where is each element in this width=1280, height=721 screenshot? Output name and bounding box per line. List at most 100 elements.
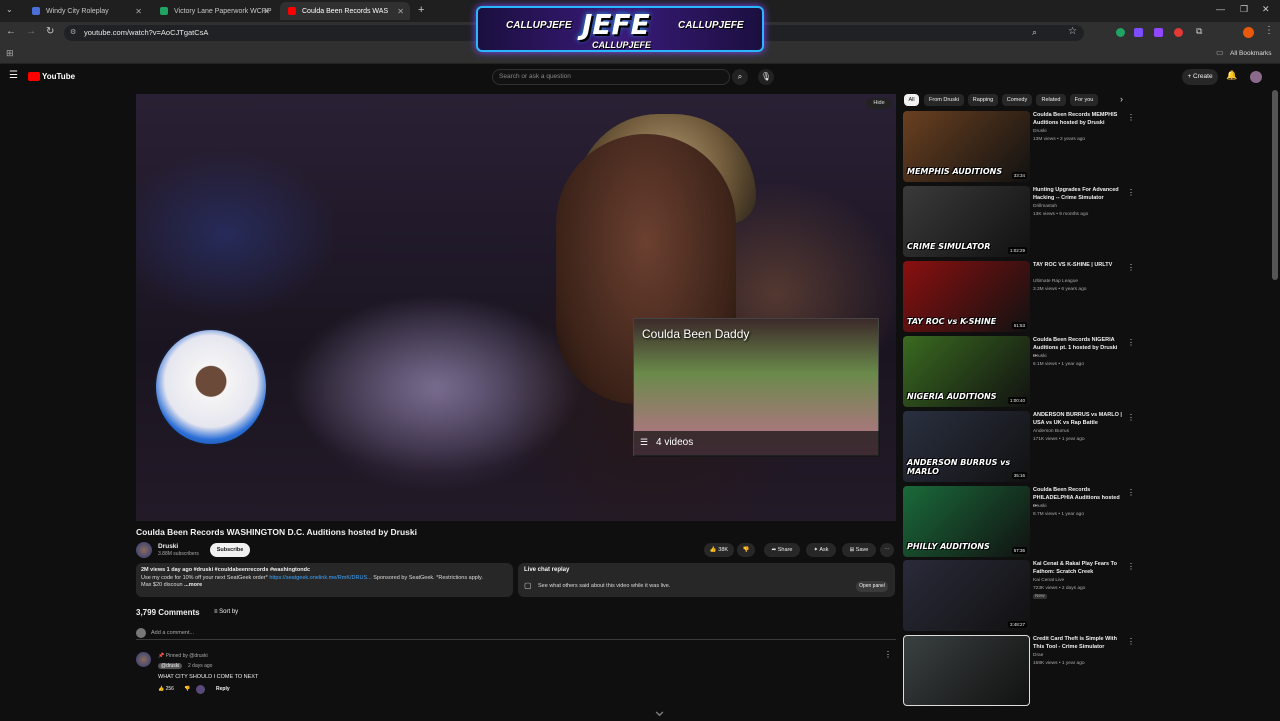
more-options-icon[interactable]: ⋮ bbox=[1127, 263, 1135, 272]
commenter-avatar[interactable] bbox=[136, 652, 151, 667]
page-scrollbar[interactable] bbox=[1272, 90, 1278, 280]
share-button[interactable]: ➦ Share bbox=[764, 543, 800, 557]
recommendation-channel[interactable]: Druski bbox=[1033, 129, 1047, 134]
hide-button[interactable]: Hide bbox=[866, 98, 892, 109]
extension-icon[interactable] bbox=[1116, 28, 1125, 37]
all-bookmarks-link[interactable]: All Bookmarks bbox=[1230, 50, 1272, 57]
close-icon[interactable]: ✕ bbox=[397, 7, 404, 16]
zoom-icon[interactable]: ⌕ bbox=[1032, 27, 1037, 38]
reply-button[interactable]: Reply bbox=[216, 686, 230, 692]
recommendation-title[interactable]: Coulda Been Records MEMPHIS Auditions ho… bbox=[1033, 112, 1123, 127]
extensions-puzzle-icon[interactable]: ⧉ bbox=[1196, 26, 1202, 37]
recommendation-title[interactable]: TAY ROC VS K-SHINE | URLTV bbox=[1033, 262, 1123, 270]
tab-search-icon[interactable]: ⌄ bbox=[6, 5, 13, 14]
tab-victory-lane[interactable]: Victory Lane Paperwork WCRP ✕ bbox=[152, 2, 276, 20]
video-thumbnail[interactable]: CRIME SIMULATOR 1:02:29 bbox=[903, 186, 1030, 257]
menu-kebab-icon[interactable]: ⋮ bbox=[1264, 25, 1274, 36]
recommendation-channel[interactable]: Druski bbox=[1033, 354, 1047, 359]
close-icon[interactable]: ✕ bbox=[135, 7, 142, 16]
more-options-icon[interactable]: ⋮ bbox=[1127, 188, 1135, 197]
recommendation-title[interactable]: Credit Card Theft is Simple With This To… bbox=[1033, 636, 1123, 651]
youtube-logo[interactable] bbox=[28, 72, 40, 81]
comment-menu-icon[interactable]: ⋮ bbox=[884, 650, 892, 659]
save-button[interactable]: ⊞ Save bbox=[842, 543, 876, 557]
maximize-icon[interactable]: ❐ bbox=[1240, 4, 1248, 15]
comment-like-button[interactable]: 👍 256 bbox=[158, 686, 174, 692]
recommendation-item[interactable]: ANDERSON BURRUS vs MARLO 35:16 ANDERSON BU… bbox=[903, 411, 1135, 483]
search-input[interactable]: Search or ask a question bbox=[492, 69, 730, 85]
channel-avatar[interactable] bbox=[136, 542, 152, 558]
minimize-icon[interactable]: — bbox=[1216, 4, 1225, 14]
chevron-right-icon[interactable]: › bbox=[1120, 94, 1123, 104]
new-tab-icon[interactable]: + bbox=[418, 4, 424, 16]
more-options-icon[interactable]: ⋮ bbox=[1127, 113, 1135, 122]
tab-youtube[interactable]: Coulda Been Records WAS ✕ bbox=[280, 2, 410, 20]
extension-icon[interactable] bbox=[1174, 28, 1183, 37]
chip-all[interactable]: All bbox=[904, 94, 919, 106]
reload-icon[interactable]: ↻ bbox=[46, 26, 54, 37]
playlist-card[interactable]: Coulda Been Daddy ☰ 4 videos bbox=[633, 318, 880, 457]
recommendation-channel[interactable]: Ultimate Rap League bbox=[1033, 279, 1078, 284]
account-avatar[interactable] bbox=[1250, 71, 1262, 83]
more-options-icon[interactable]: ⋮ bbox=[1127, 488, 1135, 497]
video-thumbnail[interactable]: MEMPHIS AUDITIONS 33:34 bbox=[903, 111, 1030, 182]
more-options-icon[interactable]: ⋮ bbox=[1127, 562, 1135, 571]
video-thumbnail[interactable]: ANDERSON BURRUS vs MARLO 35:16 bbox=[903, 411, 1030, 482]
recommendation-title[interactable]: Hunting Upgrades For Advanced Hacking --… bbox=[1033, 187, 1123, 202]
comment-author[interactable]: @druski bbox=[158, 663, 183, 669]
more-options-icon[interactable]: ⋮ bbox=[1127, 637, 1135, 646]
close-icon[interactable]: ✕ bbox=[263, 7, 270, 16]
chip-comedy[interactable]: Comedy bbox=[1002, 94, 1032, 106]
subscribe-button[interactable]: Subscribe bbox=[210, 543, 250, 557]
notifications-bell-icon[interactable]: 🔔 bbox=[1226, 70, 1237, 81]
extension-icon[interactable] bbox=[1134, 28, 1143, 37]
recommendation-title[interactable]: Kai Cenat & Rakai Play Fears To Fathom: … bbox=[1033, 561, 1123, 576]
channel-name[interactable]: Druski bbox=[158, 543, 178, 550]
chip-rapping[interactable]: Rapping bbox=[968, 94, 998, 106]
apps-grid-icon[interactable]: ⊞ bbox=[6, 48, 14, 59]
recommendation-channel[interactable]: Druski bbox=[1033, 504, 1047, 509]
search-icon[interactable]: ⌕ bbox=[732, 69, 748, 85]
video-description[interactable]: 2M views 1 day ago #druski #couldabeenre… bbox=[136, 563, 513, 597]
video-thumbnail[interactable] bbox=[903, 635, 1030, 706]
video-thumbnail[interactable]: TAY ROC vs K-SHINE 51:53 bbox=[903, 261, 1030, 332]
like-button[interactable]: 👍 38K bbox=[704, 543, 734, 557]
recommendation-title[interactable]: ANDERSON BURRUS vs MARLO | USA vs UK vs … bbox=[1033, 412, 1123, 427]
hamburger-menu-icon[interactable]: ☰ bbox=[9, 70, 18, 81]
recommendation-channel[interactable]: Anderson Burrus bbox=[1033, 429, 1069, 434]
description-link[interactable]: https://seatgeek.onelink.me/RmK/DRUS... bbox=[269, 575, 371, 581]
recommendation-channel[interactable]: Kai Cenat Live bbox=[1033, 578, 1064, 583]
chip-from-druski[interactable]: From Druski bbox=[924, 94, 964, 106]
chip-related[interactable]: Related bbox=[1036, 94, 1066, 106]
more-options-icon[interactable]: ⋮ bbox=[1127, 413, 1135, 422]
dislike-button[interactable]: 👎 bbox=[737, 543, 755, 557]
comment-dislike-button[interactable]: 👎 bbox=[184, 686, 190, 692]
video-thumbnail[interactable]: PHILLY AUDITIONS 57:36 bbox=[903, 486, 1030, 557]
recommendation-item[interactable]: Credit Card Theft is Simple With This To… bbox=[903, 635, 1135, 707]
extension-icon[interactable] bbox=[1154, 28, 1163, 37]
recommendation-channel[interactable]: Drae bbox=[1033, 653, 1043, 658]
recommendation-item[interactable]: MEMPHIS AUDITIONS 33:34 Coulda Been Record… bbox=[903, 111, 1135, 183]
recommendation-item[interactable]: NIGERIA AUDITIONS 1:00:40 Coulda Been Reco… bbox=[903, 336, 1135, 408]
chevron-down-icon[interactable]: ⌄ bbox=[652, 700, 667, 721]
create-button[interactable]: + Create bbox=[1182, 69, 1218, 85]
recommendation-channel[interactable]: Drillmastah bbox=[1033, 204, 1057, 209]
video-thumbnail[interactable]: 3:48:27 bbox=[903, 560, 1030, 631]
chip-for-you[interactable]: For you bbox=[1070, 94, 1098, 106]
recommendation-item[interactable]: PHILLY AUDITIONS 57:36 Coulda Been Records… bbox=[903, 486, 1135, 558]
add-comment-input[interactable]: Add a comment... bbox=[136, 628, 896, 640]
close-window-icon[interactable]: ✕ bbox=[1262, 4, 1270, 15]
bookmark-star-icon[interactable]: ☆ bbox=[1068, 26, 1077, 37]
video-thumbnail[interactable]: NIGERIA AUDITIONS 1:00:40 bbox=[903, 336, 1030, 407]
recommendation-item[interactable]: TAY ROC vs K-SHINE 51:53 TAY ROC VS K-SHIN… bbox=[903, 261, 1135, 333]
site-info-icon[interactable]: ⚙ bbox=[70, 25, 76, 41]
recommendation-item[interactable]: 3:48:27 Kai Cenat & Rakai Play Fears To F… bbox=[903, 560, 1135, 632]
sort-by-button[interactable]: ≡ Sort by bbox=[214, 609, 238, 615]
microphone-icon[interactable]: 🎙 bbox=[758, 69, 774, 85]
more-link[interactable]: ...more bbox=[184, 582, 202, 588]
more-actions-icon[interactable]: ⋯ bbox=[880, 543, 894, 557]
ask-button[interactable]: ✦ Ask bbox=[806, 543, 836, 557]
tab-windy-city[interactable]: Windy City Roleplay ✕ bbox=[24, 2, 148, 20]
more-options-icon[interactable]: ⋮ bbox=[1127, 338, 1135, 347]
back-icon[interactable]: ← bbox=[6, 26, 16, 37]
